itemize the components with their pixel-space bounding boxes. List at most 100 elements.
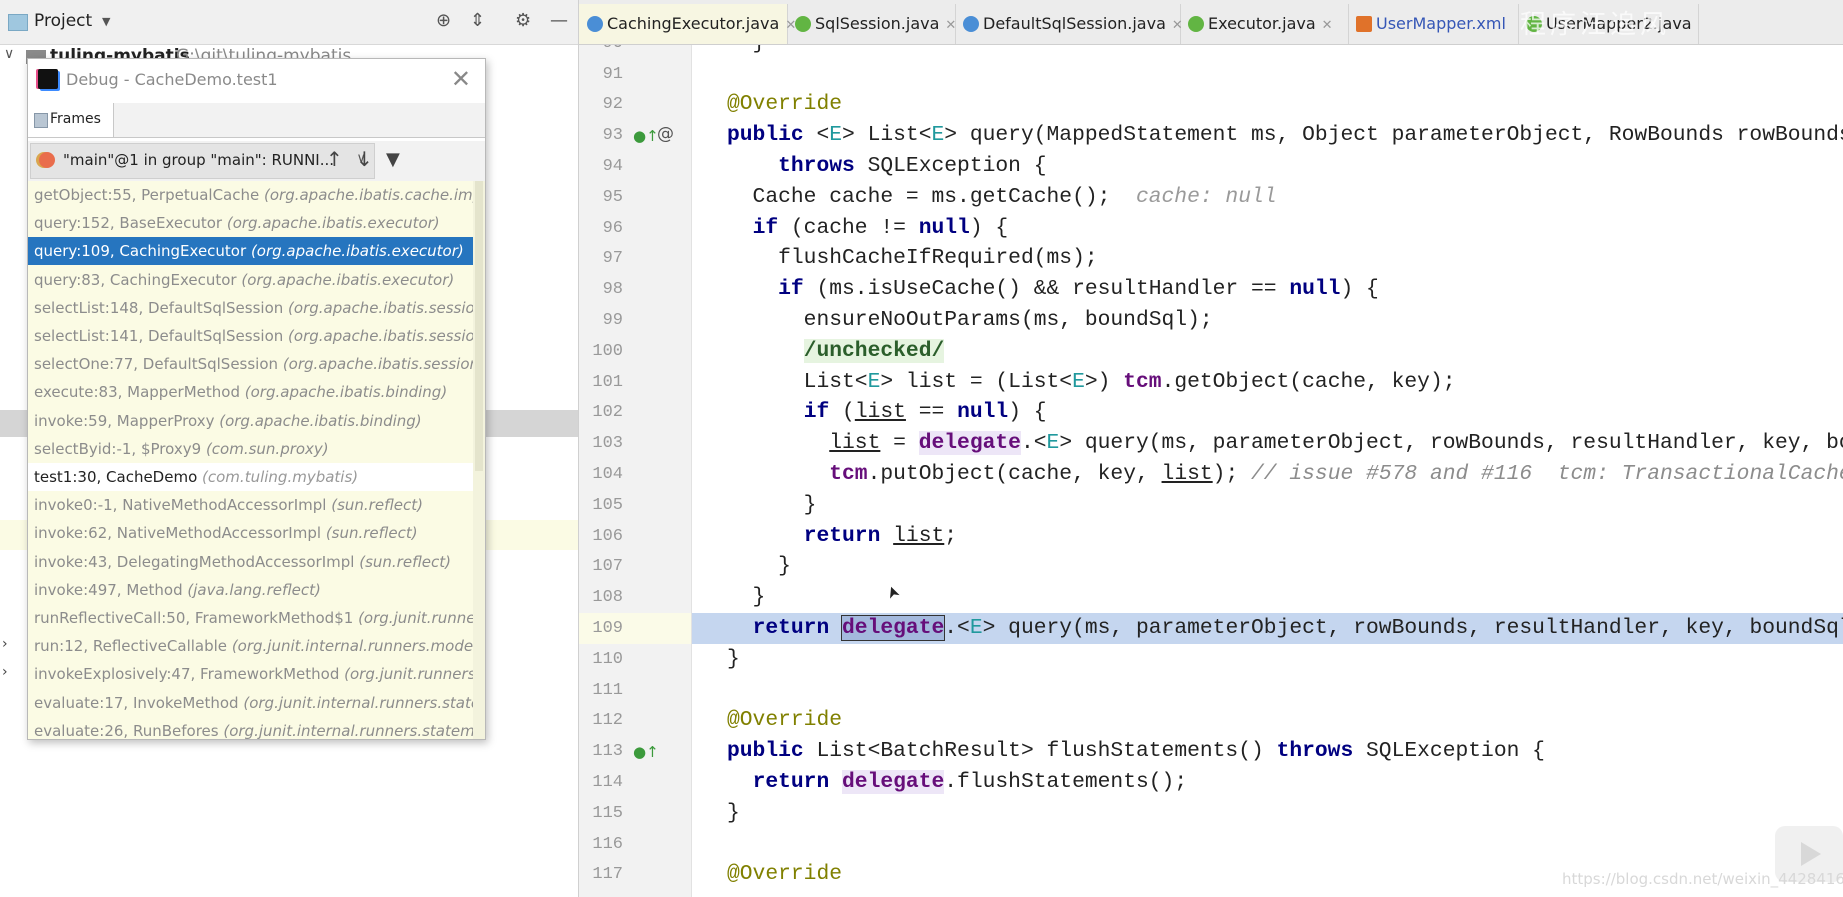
frame-item[interactable]: query:83, CachingExecutor (org.apache.ib… <box>28 266 473 294</box>
code-line[interactable]: 96 if (cache != null) { <box>579 213 1843 244</box>
code-line[interactable]: 93 ●↑ @ public <E> List<E> query(MappedStat… <box>579 120 1843 151</box>
overrides-method-icon[interactable]: ●↑ <box>633 127 659 145</box>
chevron-down-icon[interactable]: ∨ <box>4 46 14 62</box>
code-line[interactable]: 104 tcm.putObject(cache, key, list); // … <box>579 459 1843 490</box>
frame-item[interactable]: invoke:59, MapperProxy (org.apache.ibati… <box>28 407 473 435</box>
frame-item[interactable]: selectOne:77, DefaultSqlSession (org.apa… <box>28 350 473 378</box>
frame-item[interactable]: execute:83, MapperMethod (org.apache.iba… <box>28 378 473 406</box>
code-line[interactable]: 94 throws SQLException { <box>579 151 1843 182</box>
frame-method: evaluate:26, RunBefores <box>34 721 219 740</box>
code-line[interactable]: 112 @Override <box>579 705 1843 736</box>
scrollbar-thumb[interactable] <box>475 181 483 471</box>
frame-item[interactable]: query:109, CachingExecutor (org.apache.i… <box>28 237 473 266</box>
code-token: } <box>727 492 817 517</box>
line-number: 95 <box>602 187 623 207</box>
tab-cachingexecutor-java[interactable]: CachingExecutor.java ✕ <box>579 4 796 44</box>
code-line[interactable]: 107 } <box>579 551 1843 582</box>
code-line[interactable]: 97 flushCacheIfRequired(ms); <box>579 243 1843 274</box>
code-line[interactable]: 91 <box>579 59 1843 90</box>
code-line[interactable]: 111 <box>579 675 1843 706</box>
code-line[interactable]: 95 Cache cache = ms.getCache(); cache: n… <box>579 182 1843 213</box>
thread-select-value: "main"@1 in group "main": RUNNI... <box>63 151 335 169</box>
code-line[interactable]: 108 } <box>579 582 1843 613</box>
code-line[interactable]: 99 ensureNoOutParams(ms, boundSql); <box>579 305 1843 336</box>
frame-item[interactable]: test1:30, CacheDemo (com.tuling.mybatis) <box>28 463 473 491</box>
code-token: } <box>727 585 766 610</box>
frame-package: (org.junit.internal.runners.statements) <box>223 721 473 740</box>
tab-sqlsession-java[interactable]: SqlSession.java ✕ <box>787 4 956 44</box>
frame-item[interactable]: invoke:43, DelegatingMethodAccessorImpl … <box>28 548 473 576</box>
line-number: 114 <box>592 773 623 792</box>
tab-usermapper-xml[interactable]: UserMapper.xml <box>1348 4 1519 44</box>
tab-executor-java[interactable]: Executor.java ✕ <box>1180 4 1349 44</box>
collapse-all-icon[interactable]: ⇕ <box>470 10 485 31</box>
popup-title-bar[interactable]: Debug - CacheDemo.test1 ✕ <box>28 59 485 103</box>
code-line[interactable]: 100 /unchecked/ <box>579 336 1843 367</box>
frame-method: evaluate:17, InvokeMethod <box>34 693 239 712</box>
frame-item[interactable]: runReflectiveCall:50, FrameworkMethod$1 … <box>28 604 473 632</box>
code-line[interactable]: 110} <box>579 644 1843 675</box>
tab-label: CachingExecutor.java <box>607 14 780 33</box>
frame-item[interactable]: invoke:497, Method (java.lang.reflect) <box>28 576 473 604</box>
code-token: E <box>1072 369 1085 394</box>
overrides-method-icon[interactable]: ●↑ <box>633 743 659 761</box>
code-line[interactable]: 106 return list; <box>579 521 1843 552</box>
code-line[interactable]: 98 if (ms.isUseCache() && resultHandler … <box>579 274 1843 305</box>
thread-select[interactable]: "main"@1 in group "main": RUNNI... ∨ <box>30 143 375 179</box>
code-line[interactable]: 115} <box>579 798 1843 829</box>
code-token: (ms.isUseCache() && resultHandler == <box>803 277 1290 302</box>
tab-frames[interactable]: Frames <box>28 103 114 137</box>
code-line[interactable]: 113 ●↑ public List<BatchResult> flushState… <box>579 736 1843 767</box>
chevron-right-icon[interactable]: › <box>2 636 8 652</box>
frame-package: (com.sun.proxy) <box>205 439 329 458</box>
frame-item[interactable]: invokeExplosively:47, FrameworkMethod (o… <box>28 660 473 688</box>
filter-icon[interactable]: ▼ <box>386 149 400 170</box>
frame-item[interactable]: selectList:141, DefaultSqlSession (org.a… <box>28 322 473 350</box>
frame-method: test1:30, CacheDemo <box>34 468 198 486</box>
code-line[interactable]: 109 return delegate.<E> query(ms, parame… <box>579 613 1843 644</box>
frame-item[interactable]: query:152, BaseExecutor (org.apache.ibat… <box>28 209 473 237</box>
frames-scrollbar[interactable] <box>473 181 485 739</box>
code-line[interactable]: 90 } <box>579 45 1843 59</box>
code-line[interactable]: 102 if (list == null) { <box>579 397 1843 428</box>
locate-icon[interactable]: ⊕ <box>436 10 451 31</box>
code-token: @Override <box>727 708 843 733</box>
code-token: .putObject(cache, key, <box>867 462 1162 486</box>
code-editor[interactable]: 90 }9192@Override93●↑@public <E> List<E>… <box>579 45 1843 897</box>
chevron-right-icon[interactable]: › <box>2 664 8 680</box>
close-icon[interactable]: ✕ <box>451 65 471 93</box>
frame-item[interactable]: evaluate:26, RunBefores (org.junit.inter… <box>28 717 473 740</box>
frame-item[interactable]: invoke0:-1, NativeMethodAccessorImpl (su… <box>28 491 473 519</box>
code-line[interactable]: 101 List<E> list = (List<E>) tcm.getObje… <box>579 367 1843 398</box>
annotation-icon[interactable]: @ <box>657 124 674 144</box>
code-token: tcm <box>829 462 868 486</box>
frame-item[interactable]: getObject:55, PerpetualCache (org.apache… <box>28 181 473 209</box>
arrow-down-icon[interactable]: ↓ <box>356 147 373 171</box>
interface-file-icon <box>795 15 811 32</box>
tab-frames-label: Frames <box>50 111 101 127</box>
code-line[interactable]: 105 } <box>579 490 1843 521</box>
arrow-up-icon[interactable]: ↑ <box>326 147 343 171</box>
close-tab-icon[interactable]: ✕ <box>1322 18 1333 33</box>
code-line[interactable]: 116 <box>579 829 1843 860</box>
frame-item[interactable]: invoke:62, NativeMethodAccessorImpl (sun… <box>28 519 473 547</box>
chevron-down-icon[interactable]: ▼ <box>102 15 110 28</box>
code-token: E <box>969 616 983 640</box>
frame-item[interactable]: selectList:148, DefaultSqlSession (org.a… <box>28 294 473 322</box>
minimize-icon[interactable]: — <box>550 10 568 31</box>
code-line[interactable]: 103 list = delegate.<E> query(ms, parame… <box>579 428 1843 459</box>
code-line[interactable]: 114 return delegate.flushStatements(); <box>579 767 1843 798</box>
tab-defaultsqlsession-java[interactable]: DefaultSqlSession.java ✕ <box>955 4 1183 44</box>
frame-item[interactable]: run:12, ReflectiveCallable (org.junit.in… <box>28 632 473 660</box>
gear-icon[interactable]: ⚙ <box>515 10 531 31</box>
line-number: 108 <box>592 588 623 608</box>
frame-item[interactable]: selectByid:-1, $Proxy9 (com.sun.proxy) <box>28 435 473 463</box>
frame-item[interactable]: evaluate:17, InvokeMethod (org.junit.int… <box>28 689 473 717</box>
code-line[interactable]: 92 @Override <box>579 89 1843 120</box>
code-token: /unchecked/ <box>803 338 945 363</box>
debug-frames-popup: Debug - CacheDemo.test1 ✕ Frames "main"@… <box>27 58 486 740</box>
project-title[interactable]: Project <box>34 11 92 31</box>
